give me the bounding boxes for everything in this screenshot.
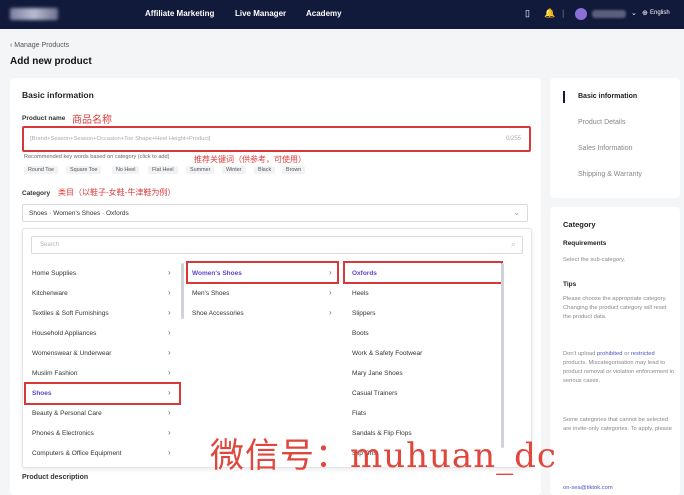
- page-title: Add new product: [10, 56, 92, 67]
- category-l3-item[interactable]: Casual Trainers: [352, 390, 398, 397]
- category-l3-item[interactable]: Mary Jane Shoes: [352, 370, 403, 377]
- category-annotation: 类目（以鞋子-女鞋-牛津鞋为例）: [58, 188, 176, 197]
- restricted-link[interactable]: restricted: [631, 351, 655, 357]
- category-l3-item[interactable]: Heels: [352, 290, 369, 297]
- tip-text-1: Please choose the appropriate category. …: [563, 296, 667, 320]
- highlight-box-oxfords: [343, 261, 503, 284]
- divider-icon: |: [562, 8, 565, 18]
- category-l3-item[interactable]: Boots: [352, 330, 369, 337]
- category-select[interactable]: Shoes · Women's Shoes · Oxfords ⌄: [22, 204, 528, 222]
- search-placeholder: Search: [40, 242, 60, 248]
- nav-academy[interactable]: Academy: [306, 9, 342, 18]
- top-navigation-bar: Affiliate Marketing Live Manager Academy…: [0, 0, 684, 29]
- keyword-chip[interactable]: Winter: [222, 166, 246, 174]
- scrollbar[interactable]: [181, 263, 184, 319]
- side-nav-sales-information[interactable]: Sales Information: [578, 145, 632, 152]
- active-indicator: [563, 91, 565, 103]
- tip2-text: or: [624, 351, 630, 357]
- category-l1-item[interactable]: Household Appliances: [32, 330, 96, 337]
- avatar[interactable]: [575, 8, 587, 20]
- category-l1-item[interactable]: Home Supplies: [32, 270, 76, 277]
- category-l1-item[interactable]: Womenswear & Underwear: [32, 350, 111, 357]
- bell-icon[interactable]: 🔔: [544, 8, 555, 19]
- chevron-right-icon: ›: [168, 368, 171, 377]
- keyword-chip[interactable]: Black: [254, 166, 276, 174]
- breadcrumb-link[interactable]: Manage Products: [14, 42, 69, 49]
- search-icon: ⌕: [510, 239, 516, 249]
- category-l3-item[interactable]: Flats: [352, 410, 366, 417]
- category-l1-item[interactable]: Textiles & Soft Furnishings: [32, 310, 109, 317]
- category-l1-item[interactable]: Phones & Electronics: [32, 430, 94, 437]
- chevron-right-icon: ›: [168, 348, 171, 357]
- chevron-right-icon: ›: [168, 308, 171, 317]
- keyword-chip[interactable]: No Heel: [112, 166, 140, 174]
- keyword-chip[interactable]: Summer: [186, 166, 215, 174]
- phone-icon[interactable]: ▯: [525, 8, 530, 19]
- category-label: Category: [22, 190, 51, 197]
- prohibited-link[interactable]: prohibited: [597, 351, 622, 357]
- side-nav-product-details[interactable]: Product Details: [578, 119, 625, 126]
- highlight-box-shoes: [24, 382, 181, 405]
- product-description-label: Product description: [22, 474, 89, 481]
- category-l2-item[interactable]: Men's Shoes: [192, 290, 229, 297]
- keyword-hint: Recommended key words based on category …: [24, 154, 170, 160]
- side-nav-basic-information[interactable]: Basic information: [578, 93, 637, 100]
- nav-affiliate-marketing[interactable]: Affiliate Marketing: [145, 9, 214, 18]
- category-l1-item[interactable]: Kitchenware: [32, 290, 68, 297]
- side-nav-shipping-warranty[interactable]: Shipping & Warranty: [578, 171, 642, 178]
- scrollbar[interactable]: [501, 263, 504, 448]
- chevron-down-icon[interactable]: ⌄: [631, 9, 637, 17]
- tip2-text: products. Miscategorisation may lead to …: [563, 360, 675, 384]
- highlight-box-womens-shoes: [186, 261, 339, 284]
- chevron-right-icon: ›: [168, 328, 171, 337]
- product-name-placeholder: [Brand+Season+Season+Occasion+Toe Shape+…: [30, 136, 211, 142]
- product-name-input[interactable]: [Brand+Season+Season+Occasion+Toe Shape+…: [22, 126, 531, 152]
- keyword-chip[interactable]: Square Toe: [66, 166, 102, 174]
- category-l2-item[interactable]: Shoe Accessories: [192, 310, 244, 317]
- chevron-right-icon: ›: [168, 448, 171, 457]
- chevron-right-icon: ›: [168, 268, 171, 277]
- user-name[interactable]: [592, 10, 626, 18]
- keyword-chip[interactable]: Flat Heel: [148, 166, 178, 174]
- tips-label: Tips: [563, 281, 577, 288]
- language-selector[interactable]: English: [650, 10, 670, 16]
- category-search-input[interactable]: Search ⌕: [31, 236, 523, 254]
- breadcrumb[interactable]: ‹ Manage Products: [10, 42, 69, 49]
- category-l3-item[interactable]: Slippers: [352, 310, 375, 317]
- keyword-annotation: 推荐关键词（供参考，可使用）: [194, 155, 306, 164]
- support-email-link[interactable]: on-sea@tiktok.com: [563, 484, 675, 493]
- tips-title: Category: [563, 220, 596, 229]
- nav-live-manager[interactable]: Live Manager: [235, 9, 286, 18]
- character-counter: 0/255: [505, 136, 521, 142]
- seller-center-logo[interactable]: [10, 8, 58, 20]
- chevron-right-icon: ›: [168, 408, 171, 417]
- category-value: Shoes · Women's Shoes · Oxfords: [29, 210, 129, 217]
- tip2-text: Don't upload: [563, 351, 596, 357]
- category-l1-item[interactable]: Muslim Fashion: [32, 370, 78, 377]
- wechat-watermark: 微信号：muhuan_dc: [210, 436, 557, 476]
- category-l1-item[interactable]: Computers & Office Equipment: [32, 450, 121, 457]
- product-name-annotation: 商品名称: [72, 115, 112, 126]
- globe-icon[interactable]: ⊕: [642, 9, 648, 17]
- category-l3-item[interactable]: Work & Safety Footwear: [352, 350, 422, 357]
- chevron-right-icon: ›: [168, 428, 171, 437]
- keyword-chip[interactable]: Brown: [282, 166, 306, 174]
- tip-text-2: Don't upload prohibited or restricted pr…: [563, 350, 675, 386]
- chevron-right-icon: ›: [168, 288, 171, 297]
- category-l1-item[interactable]: Beauty & Personal Care: [32, 410, 102, 417]
- keyword-chip[interactable]: Round Toe: [24, 166, 58, 174]
- requirements-label: Requirements: [563, 240, 607, 247]
- chevron-down-icon[interactable]: ⌄: [513, 208, 520, 217]
- section-title: Basic information: [22, 90, 94, 100]
- requirements-text: Select the sub-category.: [563, 257, 626, 263]
- product-name-label: Product name: [22, 115, 66, 122]
- chevron-right-icon: ›: [329, 308, 332, 317]
- chevron-right-icon: ›: [329, 288, 332, 297]
- tip-text-3: Some categories that cannot be selected …: [563, 417, 673, 432]
